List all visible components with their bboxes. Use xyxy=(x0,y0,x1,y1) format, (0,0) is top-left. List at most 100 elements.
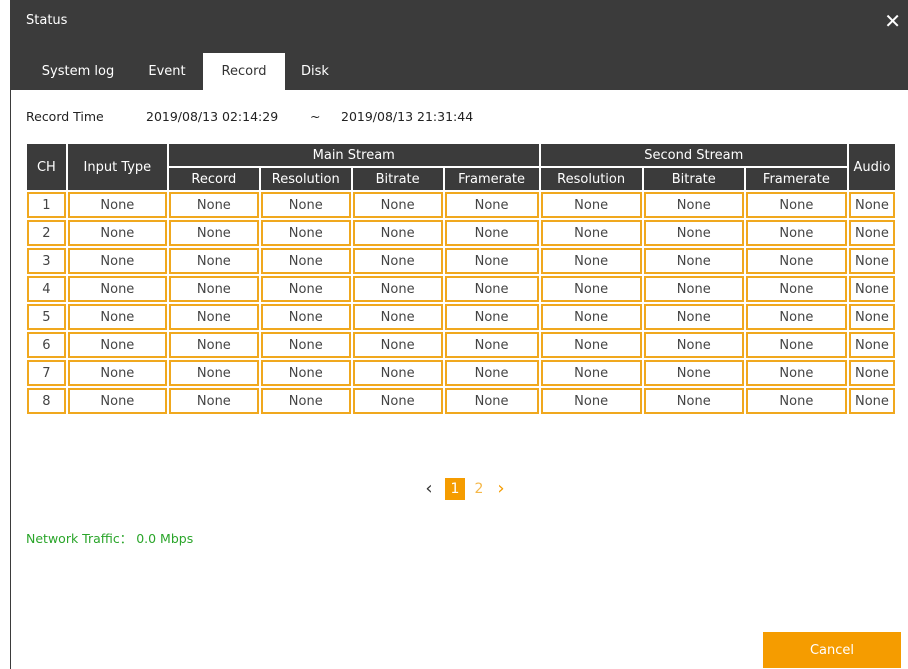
table-row: 3 None None None None None None None None None xyxy=(27,248,895,274)
header-second-resolution: Resolution xyxy=(540,168,642,190)
cell-ch: 5 xyxy=(27,304,66,330)
cell-main-bitrate: None xyxy=(352,360,443,386)
cell-input-type: None xyxy=(67,276,167,302)
chevron-left-icon[interactable]: ‹ xyxy=(421,478,437,500)
cell-main-record: None xyxy=(168,248,259,274)
record-time-end: 2019/08/13 21:31:44 xyxy=(341,109,474,124)
cell-second-resolution: None xyxy=(540,192,642,218)
cell-input-type: None xyxy=(67,304,167,330)
cell-main-framerate: None xyxy=(444,220,539,246)
tab-label: Record xyxy=(221,64,267,79)
cell-second-bitrate: None xyxy=(643,304,744,330)
table-row: 4 None None None None None None None None None xyxy=(27,276,895,302)
tab-system-log[interactable]: System log xyxy=(33,53,123,90)
cancel-button[interactable]: Cancel xyxy=(763,632,901,668)
header-main-record: Record xyxy=(168,168,259,190)
cell-main-framerate: None xyxy=(444,192,539,218)
network-traffic-label: Network Traffic： 0.0 Mbps xyxy=(26,531,194,546)
tab-bar: System log Event Record Disk xyxy=(11,53,908,90)
cell-second-resolution: None xyxy=(540,304,642,330)
chevron-right-icon[interactable]: › xyxy=(493,478,509,500)
header-second-bitrate: Bitrate xyxy=(643,168,744,190)
window-title: Status xyxy=(26,13,68,28)
cell-main-resolution: None xyxy=(260,332,351,358)
tab-label: Disk xyxy=(301,64,329,79)
cell-audio: None xyxy=(848,248,895,274)
table-row: 7 None None None None None None None None None xyxy=(27,360,895,386)
cell-second-resolution: None xyxy=(540,388,642,414)
record-status-table: CH Input Type Main Stream Second Stream … xyxy=(25,142,897,416)
cell-main-resolution: None xyxy=(260,248,351,274)
status-window: Status ✕ System log Event Record Disk Re… xyxy=(10,0,908,669)
table-row: 1 None None None None None None None None None xyxy=(27,192,895,218)
cell-ch: 2 xyxy=(27,220,66,246)
cell-audio: None xyxy=(848,304,895,330)
cell-main-record: None xyxy=(168,388,259,414)
cell-input-type: None xyxy=(67,388,167,414)
cell-main-record: None xyxy=(168,220,259,246)
cell-second-framerate: None xyxy=(745,220,847,246)
header-second-stream: Second Stream xyxy=(540,144,847,166)
table-row: 2 None None None None None None None None None xyxy=(27,220,895,246)
record-time-label: Record Time xyxy=(26,109,104,124)
header-main-bitrate: Bitrate xyxy=(352,168,443,190)
cell-input-type: None xyxy=(67,248,167,274)
close-icon[interactable]: ✕ xyxy=(884,11,901,31)
cell-main-record: None xyxy=(168,332,259,358)
cell-second-bitrate: None xyxy=(643,332,744,358)
cell-second-framerate: None xyxy=(745,388,847,414)
header-audio: Audio xyxy=(848,144,895,190)
cell-second-bitrate: None xyxy=(643,220,744,246)
cell-main-framerate: None xyxy=(444,388,539,414)
cell-audio: None xyxy=(848,220,895,246)
cell-ch: 3 xyxy=(27,248,66,274)
cell-main-framerate: None xyxy=(444,304,539,330)
cell-second-resolution: None xyxy=(540,248,642,274)
cell-ch: 6 xyxy=(27,332,66,358)
pagination: ‹ 1 2 › xyxy=(11,478,908,500)
header-ch: CH xyxy=(27,144,66,190)
page-1-button[interactable]: 1 xyxy=(445,478,465,500)
cell-audio: None xyxy=(848,388,895,414)
cell-main-framerate: None xyxy=(444,276,539,302)
cell-main-resolution: None xyxy=(260,360,351,386)
tab-label: System log xyxy=(41,64,115,79)
table-row: 5 None None None None None None None None None xyxy=(27,304,895,330)
cell-main-framerate: None xyxy=(444,248,539,274)
cell-second-bitrate: None xyxy=(643,276,744,302)
cell-second-resolution: None xyxy=(540,332,642,358)
cell-ch: 7 xyxy=(27,360,66,386)
cell-second-framerate: None xyxy=(745,304,847,330)
cell-main-bitrate: None xyxy=(352,192,443,218)
cell-input-type: None xyxy=(67,192,167,218)
cell-input-type: None xyxy=(67,220,167,246)
cell-audio: None xyxy=(848,360,895,386)
cell-main-record: None xyxy=(168,360,259,386)
cell-main-bitrate: None xyxy=(352,248,443,274)
tab-label: Event xyxy=(148,64,186,79)
cell-main-record: None xyxy=(168,304,259,330)
cell-ch: 1 xyxy=(27,192,66,218)
header-main-resolution: Resolution xyxy=(260,168,351,190)
cell-second-framerate: None xyxy=(745,192,847,218)
page-2-button[interactable]: 2 xyxy=(469,478,489,500)
table-row: 6 None None None None None None None None None xyxy=(27,332,895,358)
title-bar: Status ✕ xyxy=(11,0,908,53)
table-row: 8 None None None None None None None None None xyxy=(27,388,895,414)
tab-record[interactable]: Record xyxy=(203,53,285,90)
header-input-type: Input Type xyxy=(67,144,167,190)
cell-main-record: None xyxy=(168,192,259,218)
cell-main-resolution: None xyxy=(260,304,351,330)
cell-main-resolution: None xyxy=(260,388,351,414)
cell-ch: 8 xyxy=(27,388,66,414)
tab-disk[interactable]: Disk xyxy=(289,53,341,90)
cell-main-bitrate: None xyxy=(352,332,443,358)
tab-event[interactable]: Event xyxy=(135,53,199,90)
cell-main-resolution: None xyxy=(260,192,351,218)
cell-main-framerate: None xyxy=(444,360,539,386)
cell-main-framerate: None xyxy=(444,332,539,358)
cell-second-framerate: None xyxy=(745,276,847,302)
cell-main-resolution: None xyxy=(260,276,351,302)
header-main-stream: Main Stream xyxy=(168,144,539,166)
cell-audio: None xyxy=(848,276,895,302)
